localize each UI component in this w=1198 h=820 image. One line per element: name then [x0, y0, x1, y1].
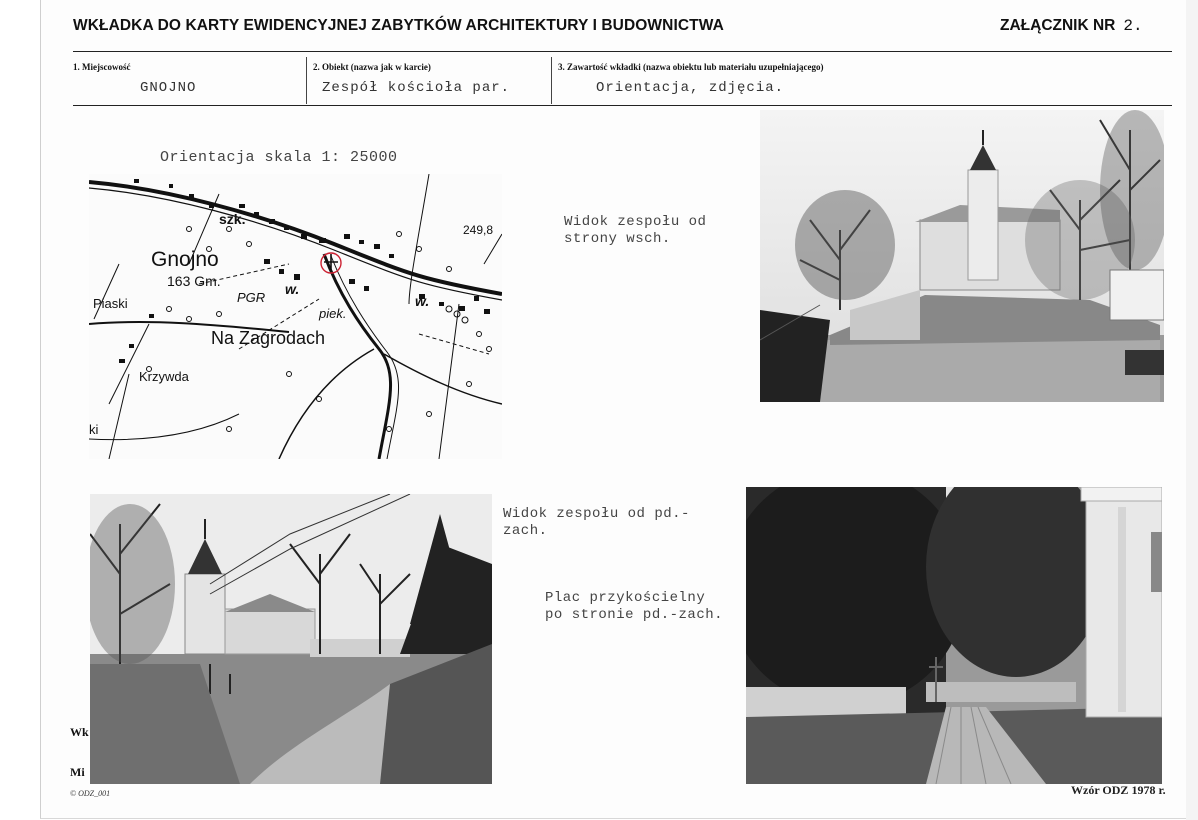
field-value-place: GNOJNO	[140, 80, 197, 96]
map-label-elevation: 163 Gm.	[167, 273, 221, 289]
field-value-object: Zespół kościoła par.	[322, 80, 511, 96]
footer-pattern: Wzór ODZ 1978 r.	[1071, 783, 1166, 797]
map-label-w1: w.	[285, 281, 299, 297]
caption-photo1-line1: Widok zespołu od	[564, 214, 707, 230]
map-label-zagrodach: Na Zagrodach	[211, 328, 325, 348]
field-divider-2	[551, 57, 552, 104]
field-label-place: 1. Miejscowość	[73, 62, 131, 72]
map-caption: Orientacja skala 1: 25000	[160, 149, 398, 166]
annex-label: ZAŁĄCZNIK NR 2.	[1000, 17, 1143, 35]
sheet-edge	[1186, 0, 1198, 820]
header-rule	[73, 51, 1172, 52]
annex-number: 2.	[1123, 17, 1143, 35]
photo-churchyard-square	[746, 487, 1162, 784]
map-label-elevation-ne: 249,8	[463, 223, 493, 237]
caption-photo1-line2: strony wsch.	[564, 231, 671, 247]
caption-photo3-line1: Plac przykościelny	[545, 590, 706, 606]
topographic-map: Gnojno 163 Gm. szk. 249,8 PGR w. w. piek…	[89, 174, 502, 459]
map-label-town: Gnojno	[151, 248, 219, 271]
fields-rule	[73, 105, 1172, 106]
photo-church-southwest-view	[90, 494, 492, 784]
map-label-school: szk.	[219, 211, 245, 227]
map-label-pgr: PGR	[237, 290, 265, 305]
map-label-edge: ki	[89, 422, 99, 437]
underlying-form-fragment-2: Mi	[70, 765, 85, 779]
map-label-piaski: Piaski	[93, 296, 128, 311]
field-label-object: 2. Obiekt (nazwa jak w karcie)	[313, 62, 431, 72]
caption-photo2-line1: Widok zespołu od pd.-	[503, 506, 690, 522]
field-label-contents: 3. Zawartość wkładki (nazwa obiektu lub …	[558, 62, 824, 72]
form-title: WKŁADKA DO KARTY EWIDENCYJNEJ ZABYTKÓW A…	[73, 17, 724, 34]
map-label-krzywda: Krzywda	[139, 369, 190, 384]
caption-photo3-line2: po stronie pd.-zach.	[545, 607, 724, 623]
annex-label-text: ZAŁĄCZNIK NR	[1000, 17, 1116, 34]
map-label-piek: piek.	[318, 306, 346, 321]
footer-code: © ODZ_001	[70, 789, 111, 798]
caption-photo2-line2: zach.	[503, 523, 548, 539]
underlying-form-fragment-1: Wk	[70, 725, 89, 739]
field-divider-1	[306, 57, 307, 104]
map-label-w2: w.	[415, 293, 429, 309]
map-drawing: Gnojno 163 Gm. szk. 249,8 PGR w. w. piek…	[89, 174, 502, 459]
field-value-contents: Orientacja, zdjęcia.	[596, 80, 785, 96]
photo-church-east-view	[760, 110, 1164, 402]
